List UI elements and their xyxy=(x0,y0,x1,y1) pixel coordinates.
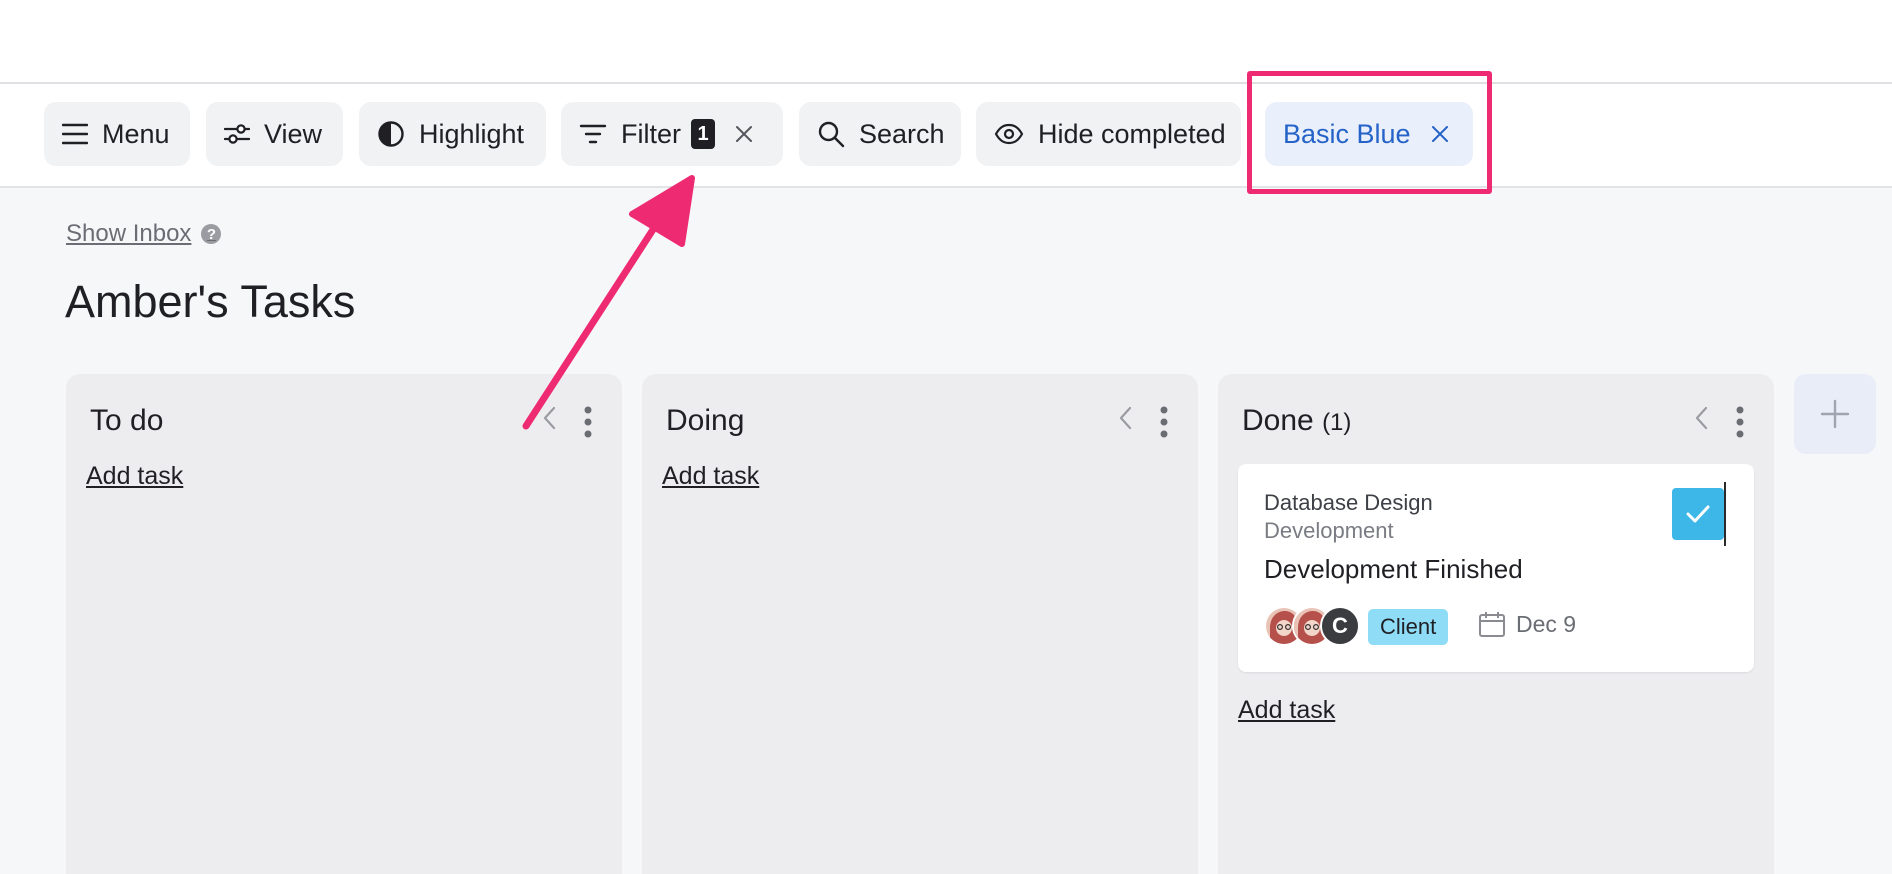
add-task-link[interactable]: Add task xyxy=(86,462,183,491)
clear-filter-button[interactable] xyxy=(735,125,753,143)
due-date-text: Dec 9 xyxy=(1516,610,1577,637)
help-icon[interactable]: ? xyxy=(201,224,222,244)
column-title: Done (1) xyxy=(1242,404,1351,438)
search-icon xyxy=(818,121,845,148)
filter-label: Filter xyxy=(621,118,681,149)
task-section: Development xyxy=(1264,518,1394,543)
assignees: C xyxy=(1264,606,1374,646)
eye-icon xyxy=(994,123,1024,145)
plus-icon xyxy=(1820,399,1850,429)
add-task-link[interactable]: Add task xyxy=(662,462,759,491)
view-button[interactable]: View xyxy=(206,102,343,166)
task-complete-checkbox[interactable] xyxy=(1672,488,1724,540)
chevron-left-icon[interactable] xyxy=(1694,406,1710,430)
add-task-link[interactable]: Add task xyxy=(1238,696,1335,725)
column-title-text: Doing xyxy=(666,404,745,437)
column-task-count: (1) xyxy=(1322,409,1352,436)
close-icon xyxy=(736,126,752,142)
toolbar: Menu View Highlight Filter 1 Search Hide… xyxy=(0,84,1892,188)
more-vertical-icon[interactable] xyxy=(1158,404,1170,440)
page-title: Amber's Tasks xyxy=(65,276,356,327)
calendar-icon xyxy=(1479,612,1505,637)
chevron-left-icon[interactable] xyxy=(542,406,558,430)
column-title: Doing xyxy=(666,404,744,438)
column-doing: Doing Add task xyxy=(642,374,1198,874)
column-to-do: To do Add task xyxy=(66,374,622,874)
task-title: Development Finished xyxy=(1264,554,1523,584)
hide-completed-button[interactable]: Hide completed xyxy=(976,102,1241,166)
contrast-icon xyxy=(378,121,404,147)
task-card[interactable]: Database Design Development Development … xyxy=(1238,464,1754,672)
avatar[interactable]: C xyxy=(1320,606,1360,646)
task-project: Database Design xyxy=(1264,490,1433,515)
more-vertical-icon[interactable] xyxy=(582,404,594,440)
menu-icon xyxy=(62,123,88,145)
highlight-button[interactable]: Highlight xyxy=(359,102,546,166)
more-vertical-icon[interactable] xyxy=(1734,404,1746,440)
hide-completed-label: Hide completed xyxy=(1038,118,1226,149)
add-column-button[interactable] xyxy=(1794,374,1876,454)
menu-label: Menu xyxy=(102,118,170,149)
search-label: Search xyxy=(859,118,945,149)
column-title-text: Done xyxy=(1242,404,1314,437)
filter-button[interactable]: Filter 1 xyxy=(561,102,783,166)
menu-button[interactable]: Menu xyxy=(44,102,190,166)
check-icon xyxy=(1686,505,1710,523)
task-tag[interactable]: Client xyxy=(1368,609,1449,645)
checkbox-edge-marker xyxy=(1724,482,1726,546)
top-blank-area xyxy=(0,0,1892,84)
column-title: To do xyxy=(90,404,163,438)
due-date[interactable]: Dec 9 xyxy=(1478,610,1576,638)
highlight-label: Highlight xyxy=(419,118,525,149)
view-label: View xyxy=(264,118,323,149)
sliders-icon xyxy=(224,124,250,144)
search-button[interactable]: Search xyxy=(799,102,961,166)
filter-count-badge: 1 xyxy=(691,119,715,149)
annotation-highlight-box xyxy=(1247,71,1492,194)
show-inbox-label: Show Inbox xyxy=(66,220,192,247)
filter-icon xyxy=(579,124,607,144)
chevron-left-icon[interactable] xyxy=(1118,406,1134,430)
show-inbox-link[interactable]: Show Inbox ? xyxy=(66,220,222,248)
column-done: Done (1) Database Design Development Dev… xyxy=(1218,374,1774,874)
column-title-text: To do xyxy=(90,404,164,437)
